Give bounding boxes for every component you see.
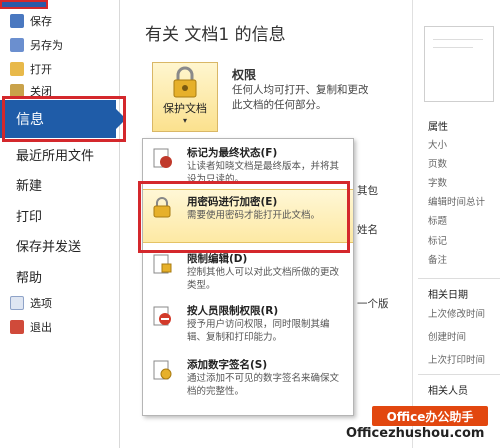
- section-divider: [418, 374, 500, 375]
- backstage-view: 保存 另存为 打开 关闭 信息 最近所用文件 新建 打印 保存并发送 帮助 选项: [0, 0, 500, 448]
- nav-item-recent[interactable]: 最近所用文件: [16, 145, 94, 164]
- menu-item-title: 按人员限制权限(R): [187, 305, 279, 317]
- lock-key-icon: [173, 66, 197, 98]
- property-label: 大小: [428, 140, 448, 151]
- signature-icon: [153, 360, 172, 380]
- menu-item-description: 控制其他人可以对此文档所做的更改类型。: [187, 267, 340, 291]
- date-label: 上次打印时间: [428, 355, 486, 366]
- property-label: 页数: [428, 159, 448, 170]
- menu-item-restrict-editing[interactable]: 限制编辑(D) 控制其他人可以对此文档所做的更改类型。: [143, 247, 353, 301]
- property-label: 标记: [428, 236, 448, 247]
- nav-item-save-as[interactable]: 另存为: [0, 34, 120, 56]
- hidden-text-fragment: 其包: [357, 185, 378, 197]
- nav-item-save-send[interactable]: 保存并发送: [16, 236, 81, 255]
- protect-document-menu: 标记为最终状态(F) 让读者知晓文档是最终版本，并将其设为只读的。 用密码进行加…: [142, 138, 354, 416]
- property-label: 标题: [428, 216, 448, 227]
- property-label: 字数: [428, 178, 448, 189]
- highlight-box-file-tab: [0, 0, 48, 9]
- nav-item-label: 选项: [30, 297, 52, 310]
- date-label: 创建时间: [428, 332, 467, 343]
- backstage-nav: 保存 另存为 打开 关闭 信息 最近所用文件 新建 打印 保存并发送 帮助 选项: [0, 0, 126, 448]
- open-folder-icon: [10, 62, 24, 76]
- hidden-text-fragment: 一个版: [357, 298, 389, 310]
- permissions-description: 任何人均可打开、复制和更改此文档的任何部分。: [232, 84, 369, 111]
- watermark-site: Officezhushou.com: [346, 426, 485, 441]
- nav-item-options[interactable]: 选项: [0, 292, 120, 314]
- nav-item-label: 打开: [30, 63, 52, 76]
- property-label: 编辑时间总计: [428, 197, 486, 208]
- thumbnail-line: [433, 39, 483, 40]
- no-entry-icon: [153, 306, 171, 326]
- nav-item-label: 退出: [30, 321, 52, 334]
- menu-item-restrict-permission[interactable]: 按人员限制权限(R) 授予用户访问权限，同时限制其编辑、复制和打印能力。: [143, 299, 353, 353]
- thumbnail-line: [433, 47, 473, 48]
- protect-button-label: 保护文档: [163, 102, 207, 115]
- date-label: 上次修改时间: [428, 309, 486, 320]
- watermark-badge: Office办公助手: [372, 406, 488, 426]
- nav-item-help[interactable]: 帮助: [16, 267, 42, 286]
- menu-item-description: 通过添加不可见的数字签名来确保文档的完整性。: [187, 373, 340, 397]
- restrict-edit-icon: [153, 254, 172, 274]
- nav-item-label: 另存为: [30, 39, 63, 52]
- protect-document-button[interactable]: 保护文档 ▾: [152, 62, 218, 132]
- property-label: 备注: [428, 255, 448, 266]
- related-people-heading: 相关人员: [428, 386, 468, 397]
- related-dates-heading: 相关日期: [428, 290, 468, 301]
- nav-item-print[interactable]: 打印: [16, 206, 42, 225]
- nav-item-exit[interactable]: 退出: [0, 316, 120, 338]
- menu-item-title: 限制编辑(D): [187, 253, 248, 265]
- final-mark-icon: [153, 148, 172, 168]
- section-divider: [418, 278, 500, 279]
- options-icon: [10, 296, 24, 310]
- menu-item-digital-signature[interactable]: 添加数字签名(S) 通过添加不可见的数字签名来确保文档的完整性。: [143, 353, 353, 407]
- menu-item-title: 添加数字签名(S): [187, 359, 268, 371]
- nav-item-save[interactable]: 保存: [0, 10, 120, 32]
- menu-item-title: 标记为最终状态(F): [187, 147, 278, 159]
- highlight-box-encrypt: [138, 181, 350, 253]
- document-thumbnail: [424, 26, 494, 102]
- nav-item-new[interactable]: 新建: [16, 175, 42, 194]
- highlight-box-info: [2, 96, 126, 142]
- nav-item-open[interactable]: 打开: [0, 58, 120, 80]
- exit-icon: [10, 320, 24, 334]
- page-title: 有关 文档1 的信息: [145, 25, 286, 45]
- properties-heading[interactable]: 属性: [428, 118, 448, 133]
- menu-item-description: 授予用户访问权限，同时限制其编辑、复制和打印能力。: [187, 319, 330, 343]
- chevron-down-icon: ▾: [182, 116, 187, 125]
- nav-item-label: 保存: [30, 15, 52, 28]
- permissions-heading: 权限: [232, 68, 257, 82]
- panel-divider: [412, 0, 413, 448]
- save-icon: [10, 14, 24, 28]
- save-as-icon: [10, 38, 24, 52]
- hidden-text-fragment: 姓名: [357, 224, 378, 236]
